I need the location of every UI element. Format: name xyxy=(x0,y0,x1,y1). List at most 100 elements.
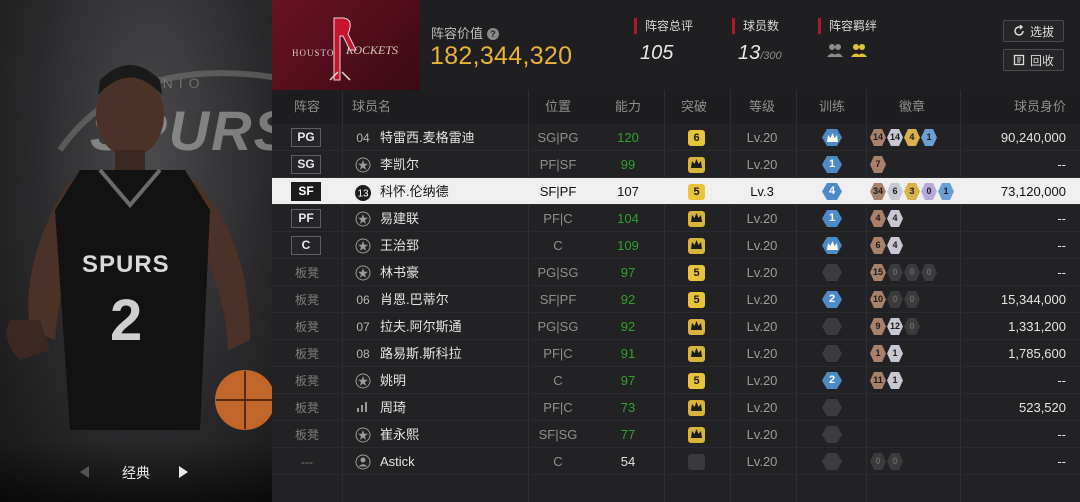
table-row[interactable]: PG 04 特雷西.麦格雷迪 SG|PG 120 6 Lv.20 14 14 4 1 90,240,0… xyxy=(272,124,1080,151)
badge-blue: 1 xyxy=(938,183,954,200)
player-position: SG|PG xyxy=(537,130,579,145)
badge-silver: 1 xyxy=(887,345,903,362)
badge-list: 64 xyxy=(870,237,903,254)
star-icon xyxy=(354,265,372,281)
bond-group-icon-inactive[interactable] xyxy=(826,42,844,58)
player-ability: 109 xyxy=(617,238,639,253)
table-row[interactable]: 板凳 07 拉夫.阿尔斯通 PG|SG 92 Lv.20 9 12 0 1,331,200 xyxy=(272,313,1080,340)
player-market-value: -- xyxy=(1057,454,1066,469)
player-level: Lv.20 xyxy=(746,346,778,361)
badge-dark: 0 xyxy=(904,264,920,281)
player-name[interactable]: Astick xyxy=(380,448,415,475)
training-hex: 1 xyxy=(822,210,842,227)
crown-icon xyxy=(688,211,705,227)
slot-position-badge: C xyxy=(291,236,321,255)
player-name[interactable]: 姚明 xyxy=(380,367,406,394)
player-position: SF|SG xyxy=(538,427,578,442)
slot-position-badge: SG xyxy=(291,155,321,174)
break-cell xyxy=(664,151,730,178)
table-row[interactable]: 板凳 姚明 C 97 5 Lv.20 2 11 1 -- xyxy=(272,367,1080,394)
svg-text:13: 13 xyxy=(357,189,369,200)
player-name[interactable]: 崔永熙 xyxy=(380,421,419,448)
badge-list: 7 xyxy=(870,156,886,173)
training-badge xyxy=(822,129,842,146)
player-name[interactable]: 科怀.伦纳德 xyxy=(380,178,449,205)
player-number: 08 xyxy=(354,346,372,362)
recycle-button[interactable]: 回收 xyxy=(1003,49,1064,71)
crown-icon xyxy=(688,238,705,254)
break-cell: 5 xyxy=(664,286,730,313)
training-empty-icon xyxy=(822,318,842,335)
slot-cell: 板凳 xyxy=(272,394,342,421)
player-ability: 54 xyxy=(620,454,636,469)
table-row[interactable]: SF 13 科怀.伦纳德 SF|PF 107 5 Lv.3 4 34 6 3 0 1 73,120,000 xyxy=(272,178,1080,205)
player-number-text: 07 xyxy=(356,320,370,334)
table-row[interactable]: 板凳 林书豪 PG|SG 97 5 Lv.20 15 0 0 0 -- xyxy=(272,259,1080,286)
crown-icon xyxy=(688,400,705,416)
table-row[interactable]: PF 易建联 PF|C 104 Lv.20 1 4 4 -- xyxy=(272,205,1080,232)
badge-bronze: 15 xyxy=(870,264,886,281)
player-level: Lv.20 xyxy=(746,319,778,334)
training-cell xyxy=(796,448,866,475)
badge-bronze: 6 xyxy=(870,237,886,254)
table-row[interactable]: 板凳 06 肖恩.巴蒂尔 SF|PF 92 5 Lv.20 2 10 0 0 15,344,000 xyxy=(272,286,1080,313)
table-row[interactable]: C 王治郅 C 109 Lv.20 6 4 -- xyxy=(272,232,1080,259)
training-cell xyxy=(796,340,866,367)
slot-cell: 板凳 xyxy=(272,259,342,286)
break-empty-icon xyxy=(688,454,705,470)
lineup-rating-label: 阵容总评 xyxy=(634,18,693,34)
player-market-value: -- xyxy=(1057,265,1066,280)
player-name[interactable]: 王治郅 xyxy=(380,232,419,259)
training-cell xyxy=(796,124,866,151)
badge-bronze: 10 xyxy=(870,291,886,308)
player-market-value: 73,120,000 xyxy=(1000,184,1066,199)
bond-group-icon-active[interactable] xyxy=(850,42,868,58)
badge-dark: 0 xyxy=(904,318,920,335)
badge-dark: 0 xyxy=(904,291,920,308)
training-cell: 1 xyxy=(796,151,866,178)
player-market-value: 523,520 xyxy=(1019,400,1066,415)
player-name[interactable]: 易建联 xyxy=(380,205,419,232)
table-row[interactable]: 板凳 周琦 PF|C 73 Lv.20 523,520 xyxy=(272,394,1080,421)
training-cell xyxy=(796,232,866,259)
slot-cell: 板凳 xyxy=(272,340,342,367)
player-ability: 97 xyxy=(620,373,636,388)
player-ability: 97 xyxy=(620,265,636,280)
player-position: PG|SG xyxy=(537,319,579,334)
badges-cell: 7 xyxy=(866,151,960,178)
break-badge: 6 xyxy=(688,130,705,146)
roster-table: 阵容 球员名 位置 能力 突破 等级 训练 徽章 球员身价 PG 04 特雷西.麦格… xyxy=(272,90,1080,502)
table-row[interactable]: SG 李凯尔 PF|SF 99 Lv.20 1 7 -- xyxy=(272,151,1080,178)
player-count-label: 球员数 xyxy=(732,18,782,34)
player-level: Lv.20 xyxy=(746,427,778,442)
player-market-value: -- xyxy=(1057,238,1066,253)
table-row[interactable]: --- Astick C 54 Lv.20 0 0 -- xyxy=(272,448,1080,475)
badge-dark: 0 xyxy=(887,453,903,470)
break-cell: 6 xyxy=(664,124,730,151)
player-name[interactable]: 李凯尔 xyxy=(380,151,419,178)
table-row[interactable]: 板凳 崔永熙 SF|SG 77 Lv.20 -- xyxy=(272,421,1080,448)
lineup-header: HOUSTON ROCKETS 阵容价值? 182,344,320 阵容总评 1… xyxy=(272,0,1080,90)
training-empty-icon xyxy=(822,345,842,362)
help-icon[interactable]: ? xyxy=(487,28,500,40)
crown-icon xyxy=(688,427,705,443)
player-name[interactable]: 拉夫.阿尔斯通 xyxy=(380,313,462,340)
chevron-right-icon[interactable] xyxy=(179,466,188,478)
table-row[interactable]: 板凳 08 路易斯.斯科拉 PF|C 91 Lv.20 1 1 1,785,600 xyxy=(272,340,1080,367)
player-name[interactable]: 肖恩.巴蒂尔 xyxy=(380,286,449,313)
player-position: PF|C xyxy=(543,211,573,226)
player-name[interactable]: 路易斯.斯科拉 xyxy=(380,340,462,367)
lineup-bond-label: 阵容羁绊 xyxy=(818,18,877,34)
player-name[interactable]: 林书豪 xyxy=(380,259,419,286)
player-name[interactable]: 特雷西.麦格雷迪 xyxy=(380,124,475,151)
break-cell xyxy=(664,421,730,448)
chevron-left-icon[interactable] xyxy=(80,466,89,478)
break-badge: 5 xyxy=(688,265,705,281)
player-position: C xyxy=(553,454,563,469)
player-name[interactable]: 周琦 xyxy=(380,394,406,421)
select-button[interactable]: 选拔 xyxy=(1003,20,1064,42)
slot-cell: SG xyxy=(272,151,342,178)
player-position: PF|SF xyxy=(539,157,577,172)
col-value: 球员身价 xyxy=(1013,99,1066,114)
badge-purple: 0 xyxy=(921,183,937,200)
